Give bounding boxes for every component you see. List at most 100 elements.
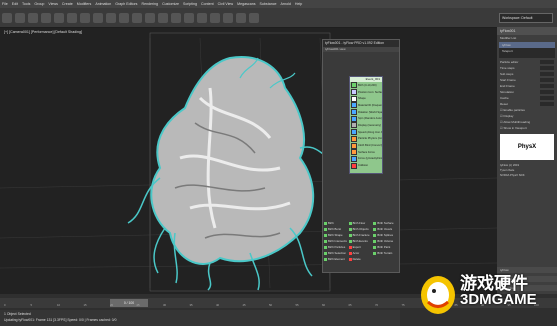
palette-operator[interactable]: Delete [348,256,372,262]
parameter-spinner[interactable] [540,60,554,64]
palette-label: Birth Particles [328,245,346,249]
timeline-tick-label: 50 [269,303,273,307]
menu-item[interactable]: Group [34,2,44,6]
modifier-list-dropdown[interactable]: Modifier List [497,35,557,41]
palette-label: Birth Events [352,239,368,243]
menu-item[interactable]: Modifiers [77,2,92,6]
event-operator[interactable]: Material ID (Frequency) [350,102,382,109]
timeline-tick-label: 75 [401,303,405,307]
parameter-spinner[interactable] [540,66,554,70]
menu-item[interactable]: Megascans [237,2,255,6]
event-panel[interactable]: Event_001 Birth (0-10,200) Position Icon:… [349,76,383,174]
mirror-icon[interactable] [145,12,155,23]
layer-icon[interactable] [171,12,181,23]
selection-status: 1 Object Selected [4,312,31,316]
menu-item[interactable]: Civil View [218,2,234,6]
menu-item[interactable]: File [2,2,8,6]
menu-item[interactable]: Tools [22,2,30,6]
palette-label: Birth Objects [352,227,369,231]
menu-item[interactable]: Views [48,2,58,6]
select-icon[interactable] [54,12,64,23]
palette-operator[interactable]: Birth Terrain [373,250,396,256]
palette-operator[interactable]: Birth Element [324,256,347,262]
parameter-spinner[interactable] [540,90,554,94]
event-operator[interactable]: Collision [350,162,382,169]
viewport-label[interactable]: [+] [Camera001] [Performance] [Default S… [4,30,82,34]
event-operator[interactable]: Surface Force [350,149,382,156]
modifier-stack[interactable]: tyFlow Teleport [499,42,555,58]
palette-color-swatch [373,251,377,255]
render-icon[interactable] [249,12,259,23]
unlink-icon[interactable] [41,12,51,23]
palette-label: Birth Voxels [377,227,393,231]
status-message: Updating tyFlow001: Frame 131 [3.3FPS] S… [4,318,117,322]
render-frame-icon[interactable] [236,12,246,23]
cloth-simulation [127,56,331,291]
curve-editor-icon[interactable] [184,12,194,23]
tyflow-window-title[interactable]: tyFlow001 - tyFlow PRO v1.092 Edition [323,40,399,47]
event-operator[interactable]: Spin (Random Axis) [350,115,382,122]
menu-item[interactable]: Content [201,2,214,6]
event-operator[interactable]: Position Icon: Surface [350,89,382,96]
workspace-dropdown[interactable]: Workspace: Default [499,12,553,23]
menu-item[interactable]: Scripting [183,2,197,6]
palette-color-swatch [324,245,327,249]
move-icon[interactable] [67,12,77,23]
status-bar: 1 Object Selected Updating tyFlow001: Fr… [0,310,400,326]
menu-item[interactable]: Create [62,2,73,6]
timeline-tick-label: 70 [375,303,379,307]
undo-icon[interactable] [2,12,12,23]
menu-item[interactable]: Rendering [141,2,158,6]
operator-color-swatch [351,95,357,102]
palette-label: Delete [352,257,361,261]
align-icon[interactable] [158,12,168,23]
palette-label: Birth Fracture [352,233,370,237]
palette-color-swatch [348,257,352,261]
palette-color-swatch [324,251,327,255]
menu-item[interactable]: Customize [162,2,179,6]
event-operator[interactable]: Cloth Bind (Convert) [350,142,382,149]
rotate-icon[interactable] [80,12,90,23]
operator-label: Material ID (Frequency) [358,103,382,107]
event-operator[interactable]: Shape [350,95,382,102]
object-name-field[interactable]: tyFlow001 [497,27,557,35]
menu-item[interactable]: Graph Editors [115,2,137,6]
schematic-icon[interactable] [197,12,207,23]
tyflow-tab[interactable]: tyFlow001 view [323,47,399,52]
redo-icon[interactable] [15,12,25,23]
event-operator[interactable]: Speed (Along Icon Arrow) [350,129,382,136]
link-icon[interactable] [28,12,38,23]
timeline-tick-label: 5 [30,303,33,307]
event-operator[interactable]: Birth (0-10,200) [350,82,382,89]
render-setup-icon[interactable] [223,12,233,23]
event-operator[interactable]: Display (Geometry) [350,122,382,129]
timeline-tick-label: 30 [163,303,167,307]
parameter-spinner[interactable] [540,78,554,82]
angle-snap-icon[interactable] [119,12,129,23]
stack-item-teleport[interactable]: Teleport [499,48,555,54]
checkbox-label: Allow Multithreading [503,120,531,124]
parameter-spinner[interactable] [540,72,554,76]
parameter-spinner[interactable] [540,84,554,88]
parameter-spinner[interactable] [540,102,554,106]
percent-snap-icon[interactable] [132,12,142,23]
menu-item[interactable]: Help [295,2,302,6]
operator-color-swatch [351,162,357,169]
menu-item[interactable]: Arnold [281,2,291,6]
event-operator[interactable]: Particle Physics (Collide: Bind) [350,135,382,143]
menu-item[interactable]: Substance [260,2,277,6]
operator-color-swatch [351,155,357,162]
operator-color-swatch [351,115,357,122]
menu-item[interactable]: Animation [95,2,111,6]
snap-icon[interactable] [106,12,116,23]
palette-color-swatch [348,233,352,237]
parameter-spinner[interactable] [540,96,554,100]
viewport[interactable]: [+] [Camera001] [Performance] [Default S… [0,28,497,294]
scale-icon[interactable] [93,12,103,23]
operator-color-swatch [351,109,357,116]
checkbox-row[interactable]: ☑ Show in Viewport [497,125,557,131]
menu-item[interactable]: Edit [12,2,18,6]
event-operator[interactable]: Force (tyGravityFlow) [350,155,382,163]
material-editor-icon[interactable] [210,12,220,23]
event-operator[interactable]: Rotation (World Space) [350,109,382,116]
